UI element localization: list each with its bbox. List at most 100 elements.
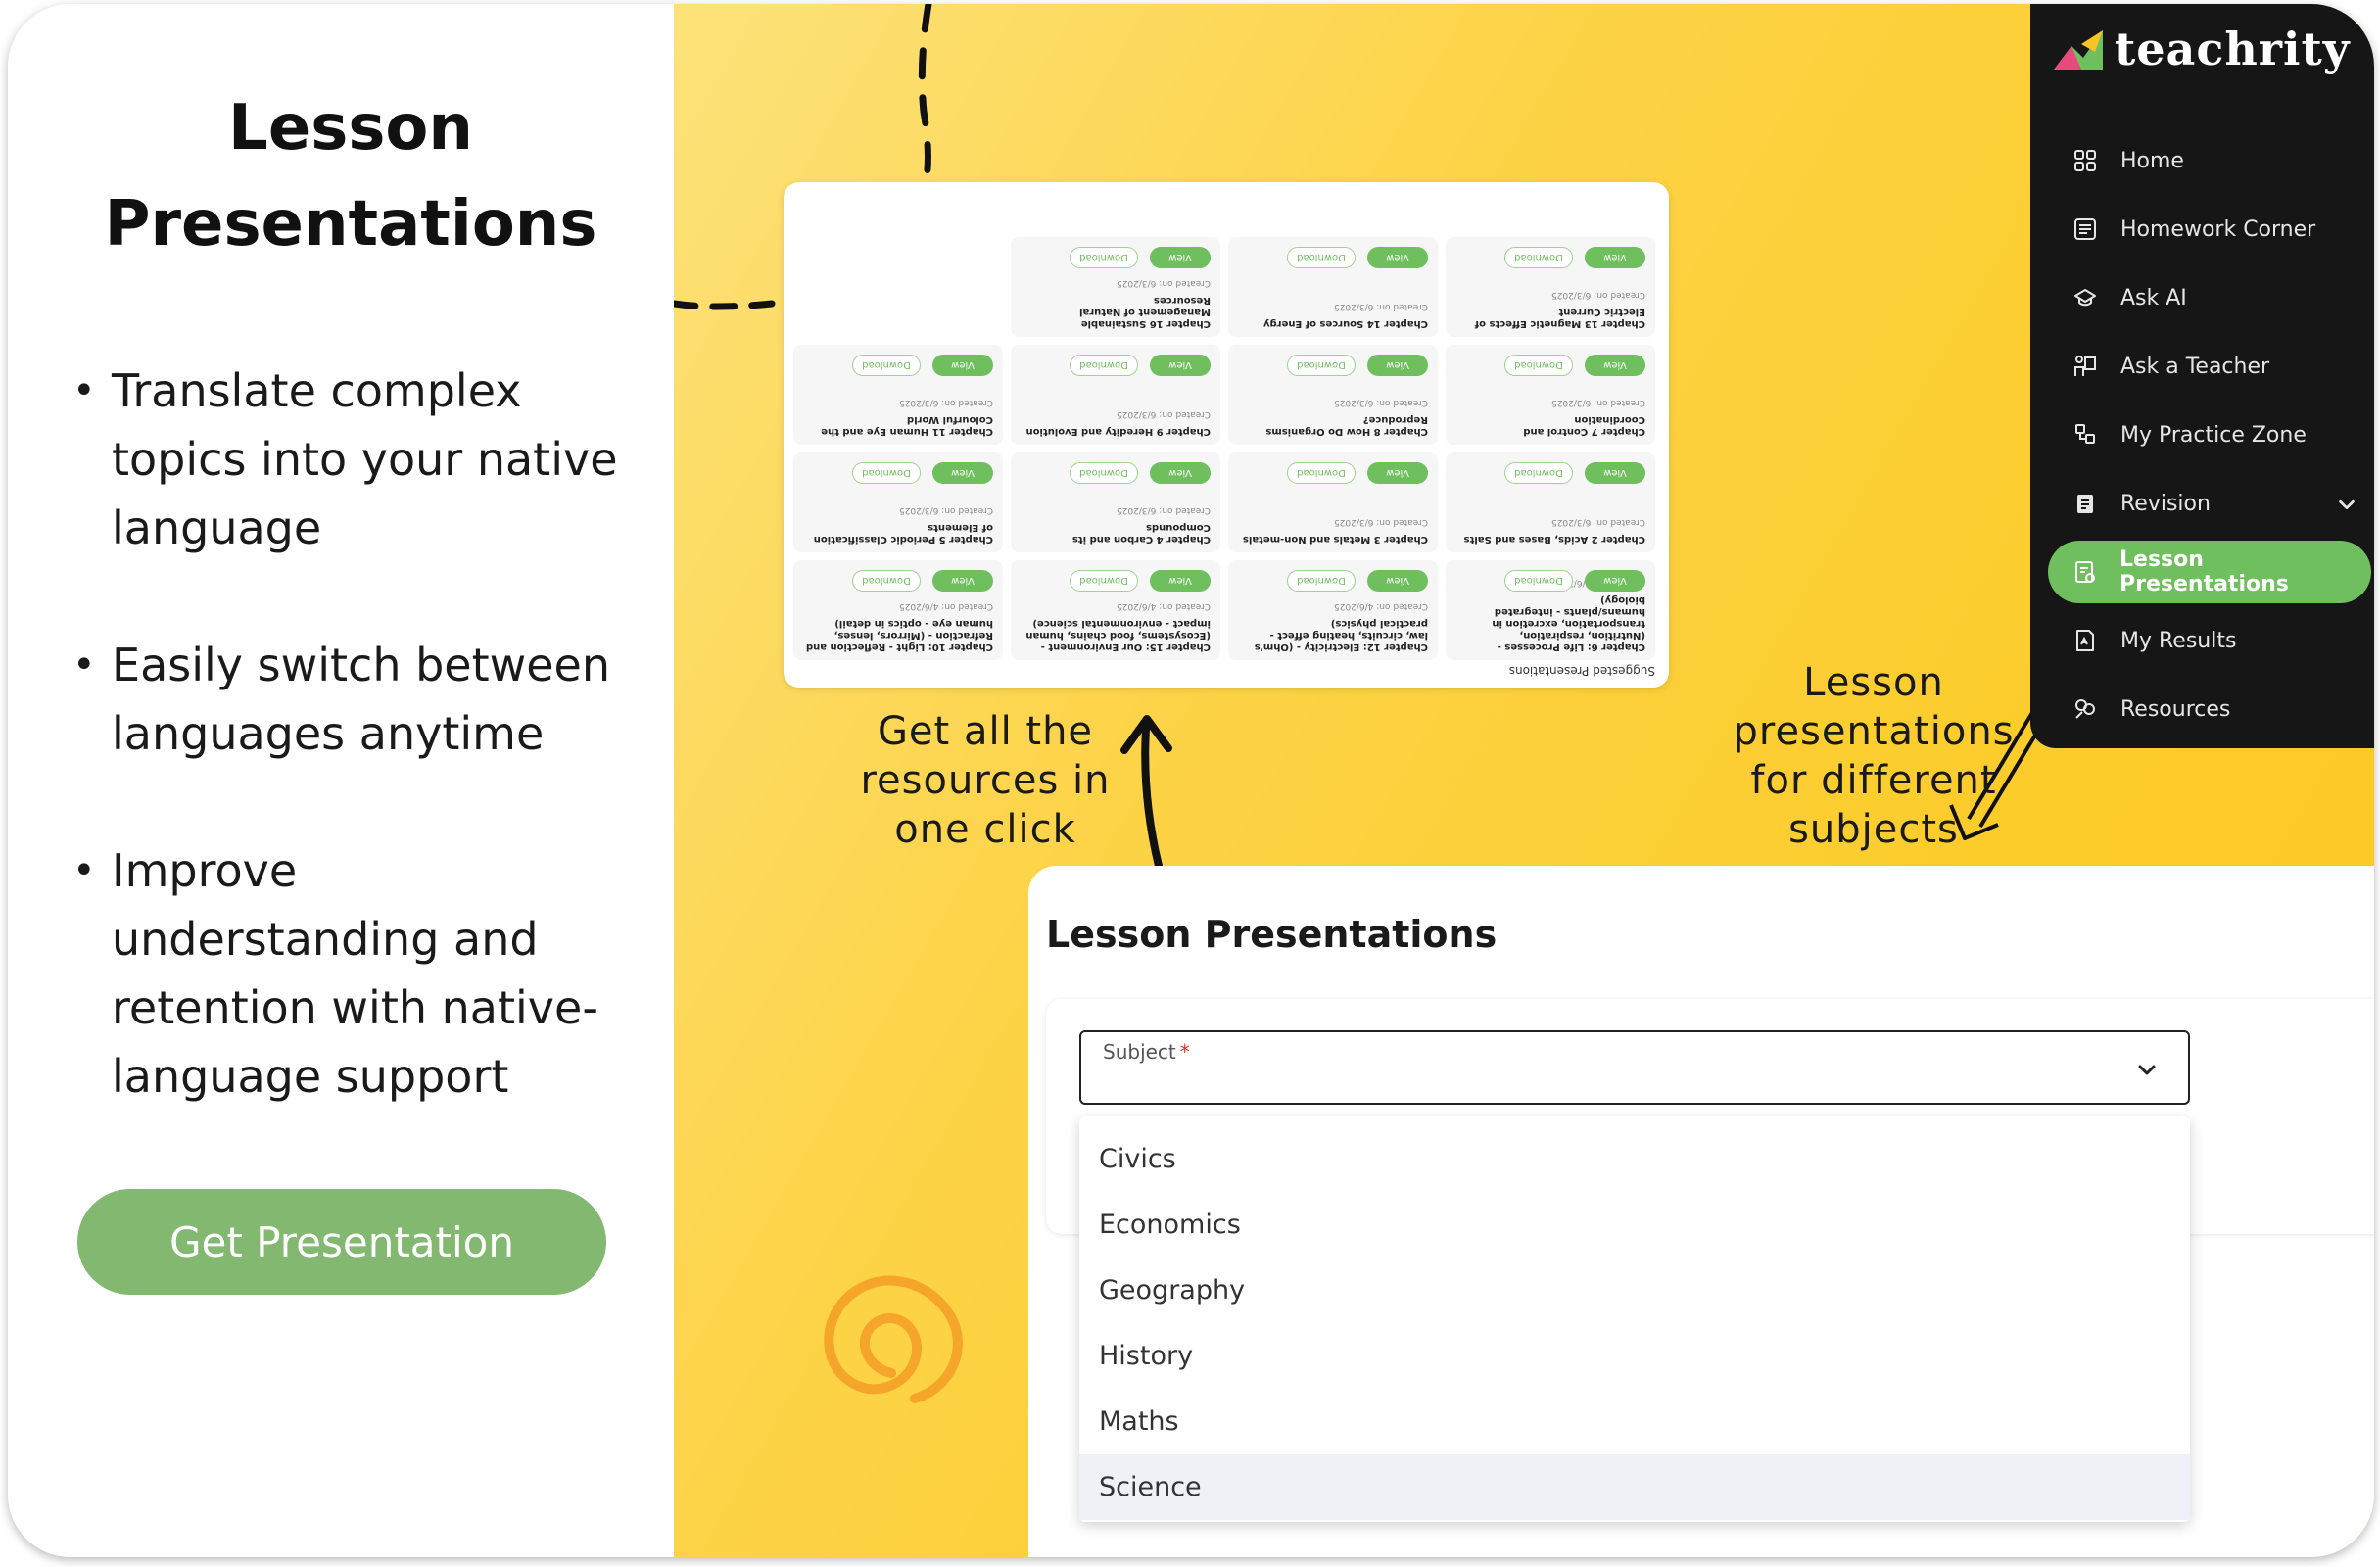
showcase-area: Suggested Presentations Chapter 6: Life … <box>674 4 2374 1557</box>
headline: Lesson Presentations <box>104 92 597 261</box>
sidebar-item-label: Homework Corner <box>2120 216 2316 242</box>
tile-title: Chapter 5 Periodic Classification of Ele… <box>813 522 993 545</box>
view-button[interactable]: View <box>1585 570 1645 592</box>
view-button[interactable]: View <box>1150 570 1211 592</box>
view-button[interactable]: View <box>1150 355 1211 376</box>
view-button[interactable]: View <box>1585 462 1645 484</box>
tile-date: Created on: 6/3/2025 <box>1116 409 1211 419</box>
download-button[interactable]: Download <box>1504 462 1573 484</box>
sidebar-item-revision[interactable]: Revision <box>2048 472 2371 535</box>
presentation-tile: Chapter 11 Human Eye and the Colourful W… <box>793 345 1003 445</box>
sidebar-item-label: Ask AI <box>2120 285 2187 310</box>
presentation-tile: Chapter 16 Sustainable Management of Nat… <box>1011 237 1220 337</box>
dashed-connector <box>918 4 932 182</box>
download-button[interactable]: Download <box>1070 247 1138 268</box>
download-button[interactable]: Download <box>1504 355 1573 376</box>
download-button[interactable]: Download <box>1287 462 1356 484</box>
sidebar-item-label: Resources <box>2120 696 2231 722</box>
tile-title: Chapter 13 Magnetic Effects of Electric … <box>1474 307 1645 329</box>
arrow-up-icon <box>1141 725 1163 870</box>
presentation-icon <box>2071 558 2098 586</box>
tile-date: Created on: 4/6/2025 <box>898 601 993 611</box>
tile-title: Chapter 10: Light - Reflection and Refra… <box>805 618 993 652</box>
tile-date: Created on: 6/3/2025 <box>1550 290 1645 300</box>
subject-option-geography[interactable]: Geography <box>1079 1258 2190 1323</box>
sidebar-item-ask-ai[interactable]: Ask AI <box>2048 266 2371 329</box>
view-button[interactable]: View <box>932 462 993 484</box>
download-button[interactable]: Download <box>1287 570 1356 592</box>
feature-list: Translate complex topics into your nativ… <box>67 356 635 1179</box>
view-button[interactable]: View <box>1585 355 1645 376</box>
sidebar: teachrity Home Homework Corner Ask AI Ask a… <box>2030 4 2374 748</box>
subject-option-economics[interactable]: Economics <box>1079 1192 2190 1258</box>
homework-icon <box>2071 215 2099 243</box>
sidebar-item-home[interactable]: Home <box>2048 129 2371 192</box>
subject-option-civics[interactable]: Civics <box>1079 1126 2190 1192</box>
sidebar-item-label: My Practice Zone <box>2120 422 2307 448</box>
sidebar-item-lesson-presentations[interactable]: Lesson Presentations <box>2048 541 2371 603</box>
chevron-down-icon <box>2138 1065 2156 1075</box>
feature-item: Translate complex topics into your nativ… <box>67 356 635 562</box>
tile-date: Created on: 6/3/2025 <box>1333 302 1428 311</box>
sidebar-item-label: Home <box>2120 148 2184 173</box>
sidebar-item-my-practice-zone[interactable]: My Practice Zone <box>2048 404 2371 466</box>
download-button[interactable]: Download <box>852 355 921 376</box>
tile-title: Chapter 11 Human Eye and the Colourful W… <box>821 414 993 437</box>
sidebar-item-my-results[interactable]: My Results <box>2048 609 2371 672</box>
presentation-grid: Chapter 6: Life Processes - (Nutrition, … <box>793 237 1655 660</box>
sidebar-item-homework-corner[interactable]: Homework Corner <box>2048 198 2371 261</box>
download-button[interactable]: Download <box>1287 247 1356 268</box>
download-button[interactable]: Download <box>1287 355 1356 376</box>
sidebar-item-ask-a-teacher[interactable]: Ask a Teacher <box>2048 335 2371 398</box>
caption-subjects: Lesson presentations for different subje… <box>1733 660 2015 852</box>
feature-item: Easily switch between languages anytime <box>67 631 635 768</box>
tile-date: Created on: 6/3/2025 <box>1550 398 1645 407</box>
info-panel: Lesson Presentations Translate complex t… <box>8 4 674 1557</box>
spiral-doodle <box>824 1275 963 1403</box>
subject-option-history[interactable]: History <box>1079 1323 2190 1389</box>
view-button[interactable]: View <box>1150 462 1211 484</box>
results-icon <box>2071 627 2099 654</box>
view-button[interactable]: View <box>1367 355 1428 376</box>
tile-title: Chapter 3 Metals and Non-metals <box>1242 534 1428 545</box>
tile-title: Chapter 16 Sustainable Management of Nat… <box>1079 295 1211 329</box>
tile-date: Created on: 4/6/2025 <box>1333 601 1428 611</box>
sidebar-item-label: My Results <box>2120 628 2237 653</box>
presentation-tile: Chapter 15: Our Environment - (Ecosystem… <box>1011 560 1220 660</box>
feature-item: Improve understanding and retention with… <box>67 836 635 1111</box>
view-button[interactable]: View <box>1367 570 1428 592</box>
empty-slot <box>793 237 1003 337</box>
panel-title: Lesson Presentations <box>1046 913 1498 956</box>
presentation-tile: Chapter 9 Heredity and Evolution Created … <box>1011 345 1220 445</box>
view-button[interactable]: View <box>932 355 993 376</box>
view-button[interactable]: View <box>932 570 993 592</box>
download-button[interactable]: Download <box>1070 570 1138 592</box>
view-button[interactable]: View <box>1367 462 1428 484</box>
sidebar-item-resources[interactable]: Resources <box>2048 678 2371 740</box>
download-button[interactable]: Download <box>1070 355 1138 376</box>
get-presentation-button[interactable]: Get Presentation <box>77 1189 606 1295</box>
suggested-title: Suggested Presentations <box>1508 664 1655 678</box>
subject-option-science[interactable]: Science <box>1079 1454 2190 1520</box>
dashed-connector-left <box>674 300 776 310</box>
tile-title: Chapter 8 How Do Organisms Reproduce? <box>1265 414 1428 437</box>
promo-frame: Lesson Presentations Translate complex t… <box>8 4 2374 1557</box>
download-button[interactable]: Download <box>852 462 921 484</box>
download-button[interactable]: Download <box>1504 247 1573 268</box>
subject-option-maths[interactable]: Maths <box>1079 1389 2190 1454</box>
sidebar-item-label: Ask a Teacher <box>2120 354 2270 379</box>
chevron-down-icon[interactable] <box>2336 494 2357 515</box>
resources-icon <box>2071 695 2099 723</box>
subject-select[interactable]: Subject * <box>1079 1030 2190 1105</box>
view-button[interactable]: View <box>1585 247 1645 268</box>
download-button[interactable]: Download <box>1070 462 1138 484</box>
view-button[interactable]: View <box>1150 247 1211 268</box>
download-button[interactable]: Download <box>852 570 921 592</box>
presentation-tile: Chapter 14 Sources of Energy Created on: … <box>1228 237 1438 337</box>
tile-date: Created on: 6/3/2025 <box>1333 398 1428 407</box>
subject-dropdown: Civics Economics Geography History Maths Scie… <box>1079 1116 2190 1522</box>
view-button[interactable]: View <box>1367 247 1428 268</box>
tile-date: Created on: 4/6/2025 <box>1116 601 1211 611</box>
practice-icon <box>2071 421 2099 449</box>
download-button[interactable]: Download <box>1504 570 1573 592</box>
